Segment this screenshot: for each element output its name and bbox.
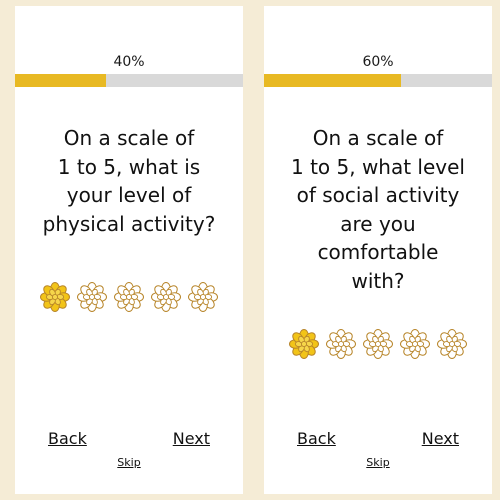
question-text: On a scale of 1 to 5, what level of soci… bbox=[278, 124, 478, 295]
question-line: are you bbox=[340, 211, 416, 236]
next-button[interactable]: Next bbox=[173, 429, 210, 448]
flower-icon[interactable] bbox=[39, 281, 71, 313]
progress-bar bbox=[264, 74, 492, 87]
skip-link[interactable]: Skip bbox=[15, 456, 243, 469]
flower-icon[interactable] bbox=[436, 328, 468, 360]
question-line: comfortable bbox=[317, 240, 439, 264]
flower-icon[interactable] bbox=[150, 281, 182, 313]
question-text: On a scale of 1 to 5, what is your level… bbox=[29, 124, 229, 238]
progress-fill bbox=[15, 74, 107, 87]
flower-icon[interactable] bbox=[399, 328, 431, 360]
question-line: of social activity bbox=[296, 183, 460, 207]
flower-icon[interactable] bbox=[288, 328, 320, 360]
survey-screen-social: 60% On a scale of 1 to 5, what level of … bbox=[264, 6, 492, 494]
flower-icon[interactable] bbox=[113, 281, 145, 313]
back-button[interactable]: Back bbox=[48, 429, 87, 448]
skip-link[interactable]: Skip bbox=[264, 456, 492, 469]
question-line: On a scale of bbox=[312, 126, 444, 150]
question-line: with? bbox=[351, 268, 405, 293]
question-line: physical activity? bbox=[42, 211, 216, 236]
flower-icon[interactable] bbox=[325, 328, 357, 360]
rating-scale bbox=[288, 328, 468, 360]
question-line: 1 to 5, what is bbox=[57, 154, 201, 179]
question-line: On a scale of bbox=[63, 126, 195, 150]
progress-percent: 40% bbox=[113, 54, 145, 70]
progress-fill bbox=[264, 74, 401, 87]
progress-percent: 60% bbox=[362, 54, 394, 70]
back-button[interactable]: Back bbox=[297, 429, 336, 448]
progress-bar bbox=[15, 74, 243, 87]
next-button[interactable]: Next bbox=[422, 429, 459, 448]
flower-icon[interactable] bbox=[362, 328, 394, 360]
flower-icon[interactable] bbox=[187, 281, 219, 313]
question-line: 1 to 5, what level bbox=[290, 154, 465, 179]
question-line: your level of bbox=[66, 183, 192, 207]
flower-icon[interactable] bbox=[76, 281, 108, 313]
survey-screen-physical: 40% On a scale of 1 to 5, what is your l… bbox=[15, 6, 243, 494]
rating-scale bbox=[39, 281, 219, 313]
